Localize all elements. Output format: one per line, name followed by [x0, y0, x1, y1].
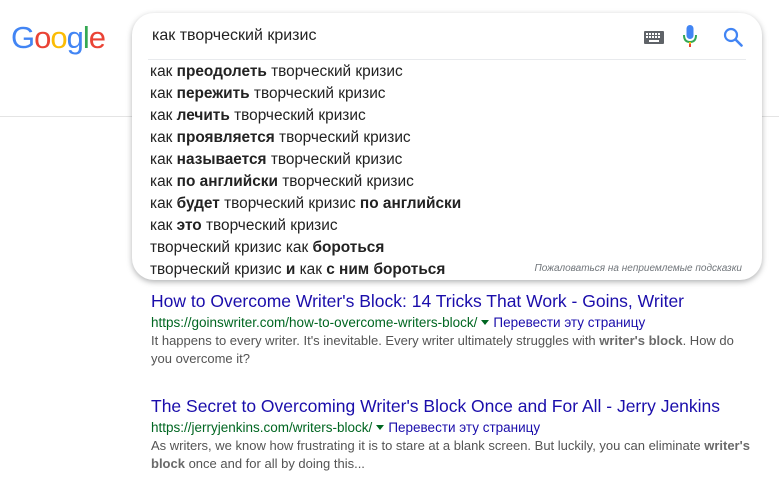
suggestion-item[interactable]: как проявляется творческий кризис — [150, 127, 461, 149]
result-url: https://goinswriter.com/how-to-overcome-… — [151, 315, 478, 330]
search-icon[interactable] — [723, 27, 743, 47]
report-suggestions-link[interactable]: Пожаловаться на неприемлемые подсказки — [535, 263, 742, 274]
suggestion-text: творческий кризис — [266, 63, 403, 80]
suggestion-bold-text: бороться — [312, 239, 385, 256]
logo-letter: o — [50, 20, 67, 55]
autocomplete-list: как преодолеть творческий кризис как пере… — [150, 61, 461, 281]
result-url-line: https://goinswriter.com/how-to-overcome-… — [151, 315, 751, 330]
logo-letter: e — [88, 20, 106, 55]
suggestion-text: как — [150, 107, 177, 124]
suggestion-item[interactable]: как это творческий кризис — [150, 215, 461, 237]
suggestion-bold-text: преодолеть — [176, 63, 267, 80]
keyboard-icon[interactable] — [644, 31, 664, 44]
suggestion-bold-text: по английски — [359, 195, 462, 212]
suggestion-bold-text: это — [176, 217, 202, 234]
suggestion-text: творческий кризис — [274, 129, 411, 146]
suggestion-item[interactable]: как называется творческий кризис — [150, 149, 461, 171]
suggestion-text: творческий кризис — [266, 151, 403, 168]
suggestion-text: как — [150, 129, 177, 146]
suggestion-text: творческий кризис — [249, 85, 386, 102]
logo-letter: g — [66, 20, 84, 55]
suggestion-item[interactable]: как преодолеть творческий кризис — [150, 61, 461, 83]
result-url: https://jerryjenkins.com/writers-block/ — [151, 420, 373, 435]
suggestion-bold-text: по английски — [176, 173, 278, 190]
suggestion-item[interactable]: творческий кризис и как с ним бороться — [150, 259, 461, 281]
suggestion-bold-text: проявляется — [176, 129, 275, 146]
suggestion-item[interactable]: как пережить творческий кризис — [150, 83, 461, 105]
result-title-link[interactable]: How to Overcome Writer's Block: 14 Trick… — [151, 291, 751, 312]
result-snippet: As writers, we know how frustrating it i… — [151, 437, 751, 473]
result-url-line: https://jerryjenkins.com/writers-block/П… — [151, 420, 751, 435]
suggestion-bold-text: называется — [176, 151, 267, 168]
suggestion-text: как — [150, 195, 177, 212]
search-result: The Secret to Overcoming Writer's Block … — [151, 396, 751, 473]
suggestion-text: как — [150, 151, 177, 168]
suggestion-text: как — [150, 217, 177, 234]
snippet-text: It happens to every writer. It's inevita… — [151, 333, 600, 348]
suggestion-bold-text: и — [285, 261, 296, 278]
snippet-text: once and for all by doing this... — [184, 456, 365, 471]
suggestion-text: творческий кризис — [277, 173, 414, 190]
search-box: как творческий кризис как преодолеть тво… — [132, 13, 762, 280]
suggestion-text: как — [150, 85, 177, 102]
result-title-link[interactable]: The Secret to Overcoming Writer's Block … — [151, 396, 751, 417]
dropdown-separator — [148, 59, 746, 60]
snippet-text: As writers, we know how frustrating it i… — [151, 438, 705, 453]
search-input[interactable]: как творческий кризис — [152, 27, 316, 45]
suggestion-text: творческий кризис — [229, 107, 366, 124]
suggestion-text: творческий кризис — [150, 261, 286, 278]
google-logo[interactable]: Google — [11, 20, 106, 56]
snippet-highlight: writer's block — [599, 333, 683, 348]
result-snippet: It happens to every writer. It's inevita… — [151, 332, 751, 368]
suggestion-text: творческий кризис как — [150, 239, 313, 256]
suggestion-item[interactable]: творческий кризис как бороться — [150, 237, 461, 259]
dropdown-arrow-icon[interactable] — [376, 424, 385, 430]
logo-letter: o — [34, 20, 51, 55]
suggestion-bold-text: лечить — [176, 107, 230, 124]
suggestion-bold-text: с ним бороться — [326, 261, 446, 278]
microphone-icon[interactable] — [683, 25, 697, 49]
suggestion-item[interactable]: как по английски творческий кризис — [150, 171, 461, 193]
dropdown-arrow-icon[interactable] — [481, 319, 490, 325]
suggestion-text: творческий кризис — [219, 195, 360, 212]
suggestion-text: как — [295, 261, 327, 278]
translate-link[interactable]: Перевести эту страницу — [388, 420, 540, 435]
search-result: How to Overcome Writer's Block: 14 Trick… — [151, 291, 751, 368]
logo-letter: G — [11, 20, 35, 55]
translate-link[interactable]: Перевести эту страницу — [493, 315, 645, 330]
suggestion-bold-text: будет — [176, 195, 220, 212]
suggestion-item[interactable]: как будет творческий кризис по английски — [150, 193, 461, 215]
suggestion-text: как — [150, 173, 177, 190]
suggestion-bold-text: пережить — [176, 85, 250, 102]
suggestion-text: как — [150, 63, 177, 80]
suggestion-item[interactable]: как лечить творческий кризис — [150, 105, 461, 127]
suggestion-text: творческий кризис — [201, 217, 338, 234]
